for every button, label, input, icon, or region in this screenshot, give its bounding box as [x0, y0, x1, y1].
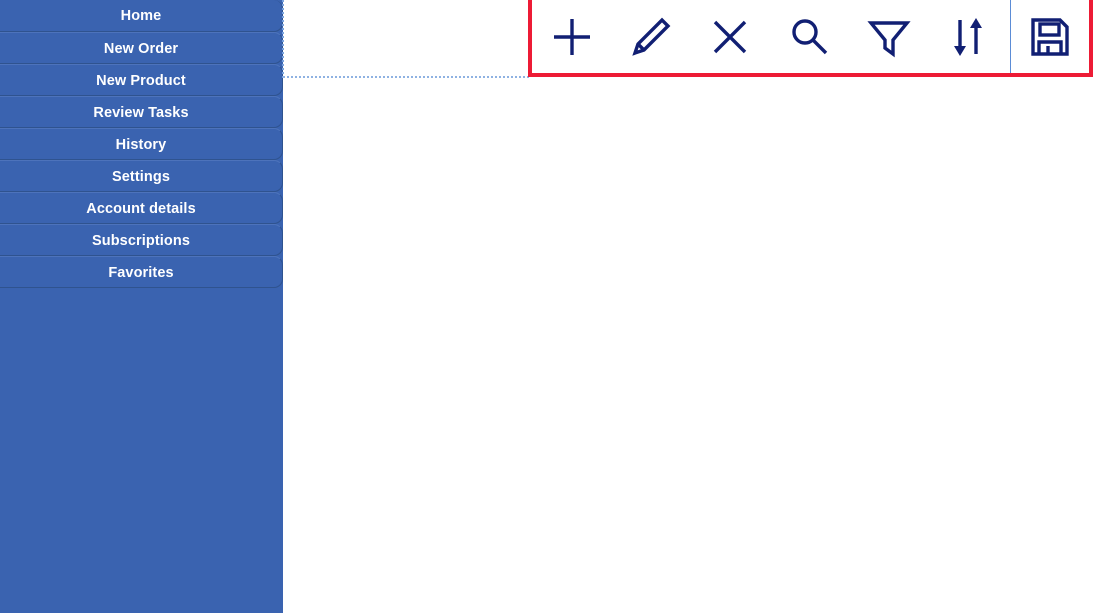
- sidebar-item-label: Settings: [112, 169, 170, 185]
- sidebar-item-label: New Order: [103, 41, 179, 57]
- sidebar-empty-area: [0, 288, 283, 613]
- sidebar-item-account-details[interactable]: Account details: [0, 192, 283, 224]
- sidebar: Home New Order New Product Review Tasks …: [0, 0, 283, 613]
- add-button[interactable]: [532, 0, 611, 73]
- sidebar-item-label: History: [115, 137, 167, 153]
- filter-funnel-icon: [867, 15, 911, 59]
- sidebar-item-label: Home: [120, 8, 162, 24]
- sort-button[interactable]: [928, 0, 1007, 73]
- sidebar-item-label: Account details: [86, 201, 196, 217]
- pencil-icon: [629, 15, 673, 59]
- filter-button[interactable]: [849, 0, 928, 73]
- content-area: [283, 0, 1085, 611]
- save-button[interactable]: [1009, 0, 1089, 73]
- plus-icon: [550, 15, 594, 59]
- save-floppy-icon: [1028, 15, 1072, 59]
- sort-arrows-icon: [946, 15, 990, 59]
- sidebar-item-label: Review Tasks: [93, 105, 189, 121]
- delete-button[interactable]: [691, 0, 770, 73]
- sidebar-item-new-product[interactable]: New Product: [0, 64, 283, 96]
- sidebar-item-label: Favorites: [108, 265, 174, 281]
- sidebar-item-home[interactable]: Home: [0, 0, 283, 32]
- sidebar-item-label: Subscriptions: [92, 233, 190, 249]
- sidebar-item-review-tasks[interactable]: Review Tasks: [0, 96, 283, 128]
- sidebar-item-subscriptions[interactable]: Subscriptions: [0, 224, 283, 256]
- sidebar-item-history[interactable]: History: [0, 128, 283, 160]
- search-button[interactable]: [770, 0, 849, 73]
- sidebar-item-favorites[interactable]: Favorites: [0, 256, 283, 288]
- edit-button[interactable]: [611, 0, 690, 73]
- sidebar-edge-guide: [282, 0, 284, 78]
- toolbar-highlight-box: [528, 0, 1093, 77]
- sidebar-item-settings[interactable]: Settings: [0, 160, 283, 192]
- sidebar-menu: Home New Order New Product Review Tasks …: [0, 0, 283, 288]
- search-icon: [787, 15, 831, 59]
- toolbar: [532, 0, 1089, 73]
- close-x-icon: [708, 15, 752, 59]
- sidebar-item-label: New Product: [96, 73, 186, 89]
- toolbar-baseline-guide: [283, 76, 529, 78]
- app-window: Home New Order New Product Review Tasks …: [0, 0, 1093, 613]
- sidebar-item-new-order[interactable]: New Order: [0, 32, 283, 64]
